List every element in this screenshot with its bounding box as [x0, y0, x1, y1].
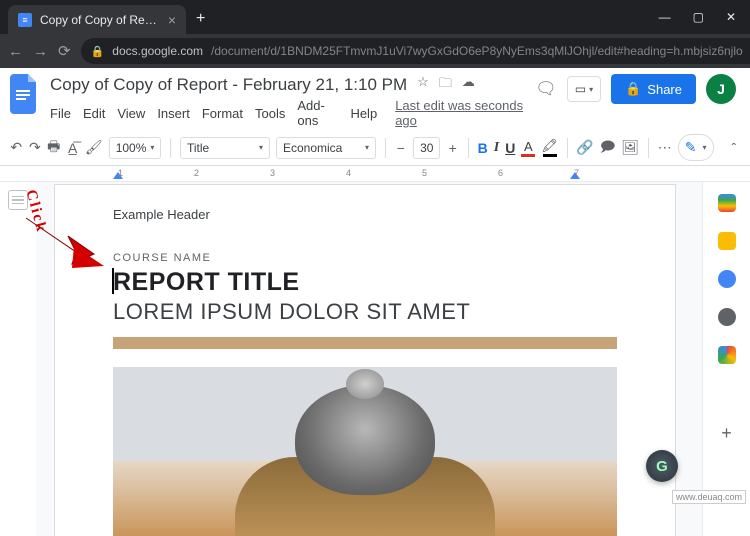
back-icon[interactable]: ←: [8, 43, 23, 60]
insert-link-icon[interactable]: 🔗: [576, 139, 593, 156]
window-controls: — ▢ ✕: [659, 10, 750, 34]
course-name-text[interactable]: COURSE NAME: [113, 252, 617, 264]
decrease-font-icon[interactable]: −: [395, 140, 408, 156]
print-icon[interactable]: 🖶: [47, 136, 60, 160]
side-panel: +: [702, 182, 750, 536]
last-edit-text[interactable]: Last edit was seconds ago: [395, 98, 525, 128]
redo-icon[interactable]: ↷: [29, 139, 42, 156]
get-addons-icon[interactable]: +: [718, 424, 736, 442]
maximize-icon[interactable]: ▢: [693, 10, 704, 24]
menu-edit[interactable]: Edit: [83, 106, 105, 121]
ruler-tick: 2: [194, 168, 199, 178]
tab-title: Copy of Copy of Report - Febru: [40, 13, 160, 27]
ruler-tick: 7: [574, 168, 579, 178]
ruler-tick: 6: [498, 168, 503, 178]
comment-history-icon[interactable]: 🗨: [535, 79, 557, 99]
lock-icon: 🔒: [91, 45, 105, 58]
ruler-tick: 5: [422, 168, 427, 178]
styles-select[interactable]: Title▾: [180, 137, 270, 159]
horizontal-ruler[interactable]: 1 2 3 4 5 6 7: [0, 166, 750, 182]
subtitle-text[interactable]: LOREM IPSUM DOLOR SIT AMET: [113, 299, 617, 325]
docs-header: Copy of Copy of Report - February 21, 1:…: [0, 68, 750, 130]
editing-mode-button[interactable]: ✎▾: [678, 134, 714, 161]
formatting-toolbar: ↶ ↷ 🖶 A̲̅ 🖌 100%▾ Title▾ Economica▾ − 30…: [0, 130, 750, 166]
bold-button[interactable]: B: [478, 140, 488, 156]
add-comment-icon[interactable]: 🗩: [600, 136, 616, 160]
menu-addons[interactable]: Add-ons: [297, 98, 338, 128]
tasks-addon-icon[interactable]: [718, 270, 736, 288]
browser-tab-active[interactable]: ≡ Copy of Copy of Report - Febru ×: [8, 5, 186, 34]
report-title-text[interactable]: REPORT TITLE: [113, 268, 617, 297]
contacts-addon-icon[interactable]: [718, 308, 736, 326]
browser-toolbar: ← → ⟳ 🔒 docs.google.com /document/d/1BND…: [0, 34, 750, 68]
google-account-avatar[interactable]: J: [706, 74, 736, 104]
watermark: www.deuaq.com: [672, 490, 746, 504]
move-icon[interactable]: 🗀: [439, 74, 452, 96]
share-label: Share: [647, 82, 682, 97]
ruler-tick: 4: [346, 168, 351, 178]
ruler-tick: 3: [270, 168, 275, 178]
keep-addon-icon[interactable]: [718, 232, 736, 250]
undo-icon[interactable]: ↶: [10, 139, 23, 156]
font-size-input[interactable]: 30: [413, 137, 440, 159]
address-bar[interactable]: 🔒 docs.google.com /document/d/1BNDM25FTm…: [81, 38, 750, 64]
document-canvas[interactable]: Example Header COURSE NAME REPORT TITLE …: [36, 182, 702, 536]
url-path: /document/d/1BNDM25FTmvmJ1uVi7wyGxGdO6eP…: [211, 44, 743, 58]
zoom-select[interactable]: 100%▾: [109, 137, 162, 159]
font-select[interactable]: Economica▾: [276, 137, 376, 159]
present-button[interactable]: ▭▾: [567, 76, 601, 102]
menu-file[interactable]: File: [50, 106, 71, 121]
text-color-button[interactable]: A: [521, 139, 535, 157]
present-icon: ▭: [575, 82, 586, 96]
document-image[interactable]: [113, 367, 617, 536]
url-host: docs.google.com: [112, 44, 203, 58]
close-tab-icon[interactable]: ×: [168, 12, 176, 28]
page-header-text[interactable]: Example Header: [113, 207, 617, 222]
menu-view[interactable]: View: [117, 106, 145, 121]
google-docs-logo[interactable]: [10, 74, 40, 114]
lock-icon: 🔒: [625, 81, 641, 97]
share-button[interactable]: 🔒 Share: [611, 74, 696, 104]
menu-tools[interactable]: Tools: [255, 106, 285, 121]
menu-insert[interactable]: Insert: [157, 106, 190, 121]
cloud-saved-icon: ☁: [462, 74, 475, 96]
reload-icon[interactable]: ⟳: [58, 42, 71, 60]
insert-image-icon[interactable]: 🖼: [621, 139, 639, 156]
accent-bar: [113, 337, 617, 349]
show-outline-icon[interactable]: [8, 190, 28, 210]
menu-format[interactable]: Format: [202, 106, 243, 121]
star-icon[interactable]: ☆: [417, 74, 429, 96]
more-tools-icon[interactable]: ⋯: [658, 139, 672, 156]
page[interactable]: Example Header COURSE NAME REPORT TITLE …: [54, 184, 676, 536]
spellcheck-icon[interactable]: A̲̅: [66, 140, 79, 156]
paint-format-icon[interactable]: 🖌: [85, 139, 103, 156]
increase-font-icon[interactable]: +: [446, 140, 459, 156]
minimize-icon[interactable]: —: [659, 10, 671, 24]
pencil-icon: ✎: [685, 139, 697, 156]
italic-button[interactable]: I: [494, 140, 499, 156]
menu-bar: File Edit View Insert Format Tools Add-o…: [50, 98, 525, 128]
browser-tab-strip: ≡ Copy of Copy of Report - Febru × + — ▢…: [0, 0, 750, 34]
hide-menus-icon[interactable]: ˆ: [728, 140, 741, 156]
menu-help[interactable]: Help: [350, 106, 377, 121]
highlight-color-button[interactable]: 🖍: [541, 138, 558, 157]
forward-icon[interactable]: →: [33, 43, 48, 60]
new-tab-button[interactable]: +: [186, 4, 215, 34]
docs-favicon: ≡: [18, 13, 32, 27]
maps-addon-icon[interactable]: [718, 346, 736, 364]
document-title[interactable]: Copy of Copy of Report - February 21, 1:…: [50, 75, 407, 95]
calendar-addon-icon[interactable]: [718, 194, 736, 212]
underline-button[interactable]: U: [505, 140, 515, 156]
text-cursor: [112, 268, 114, 294]
ruler-tick: 1: [118, 168, 123, 178]
grammarly-floating-icon[interactable]: G: [646, 450, 678, 482]
close-window-icon[interactable]: ✕: [726, 10, 736, 24]
